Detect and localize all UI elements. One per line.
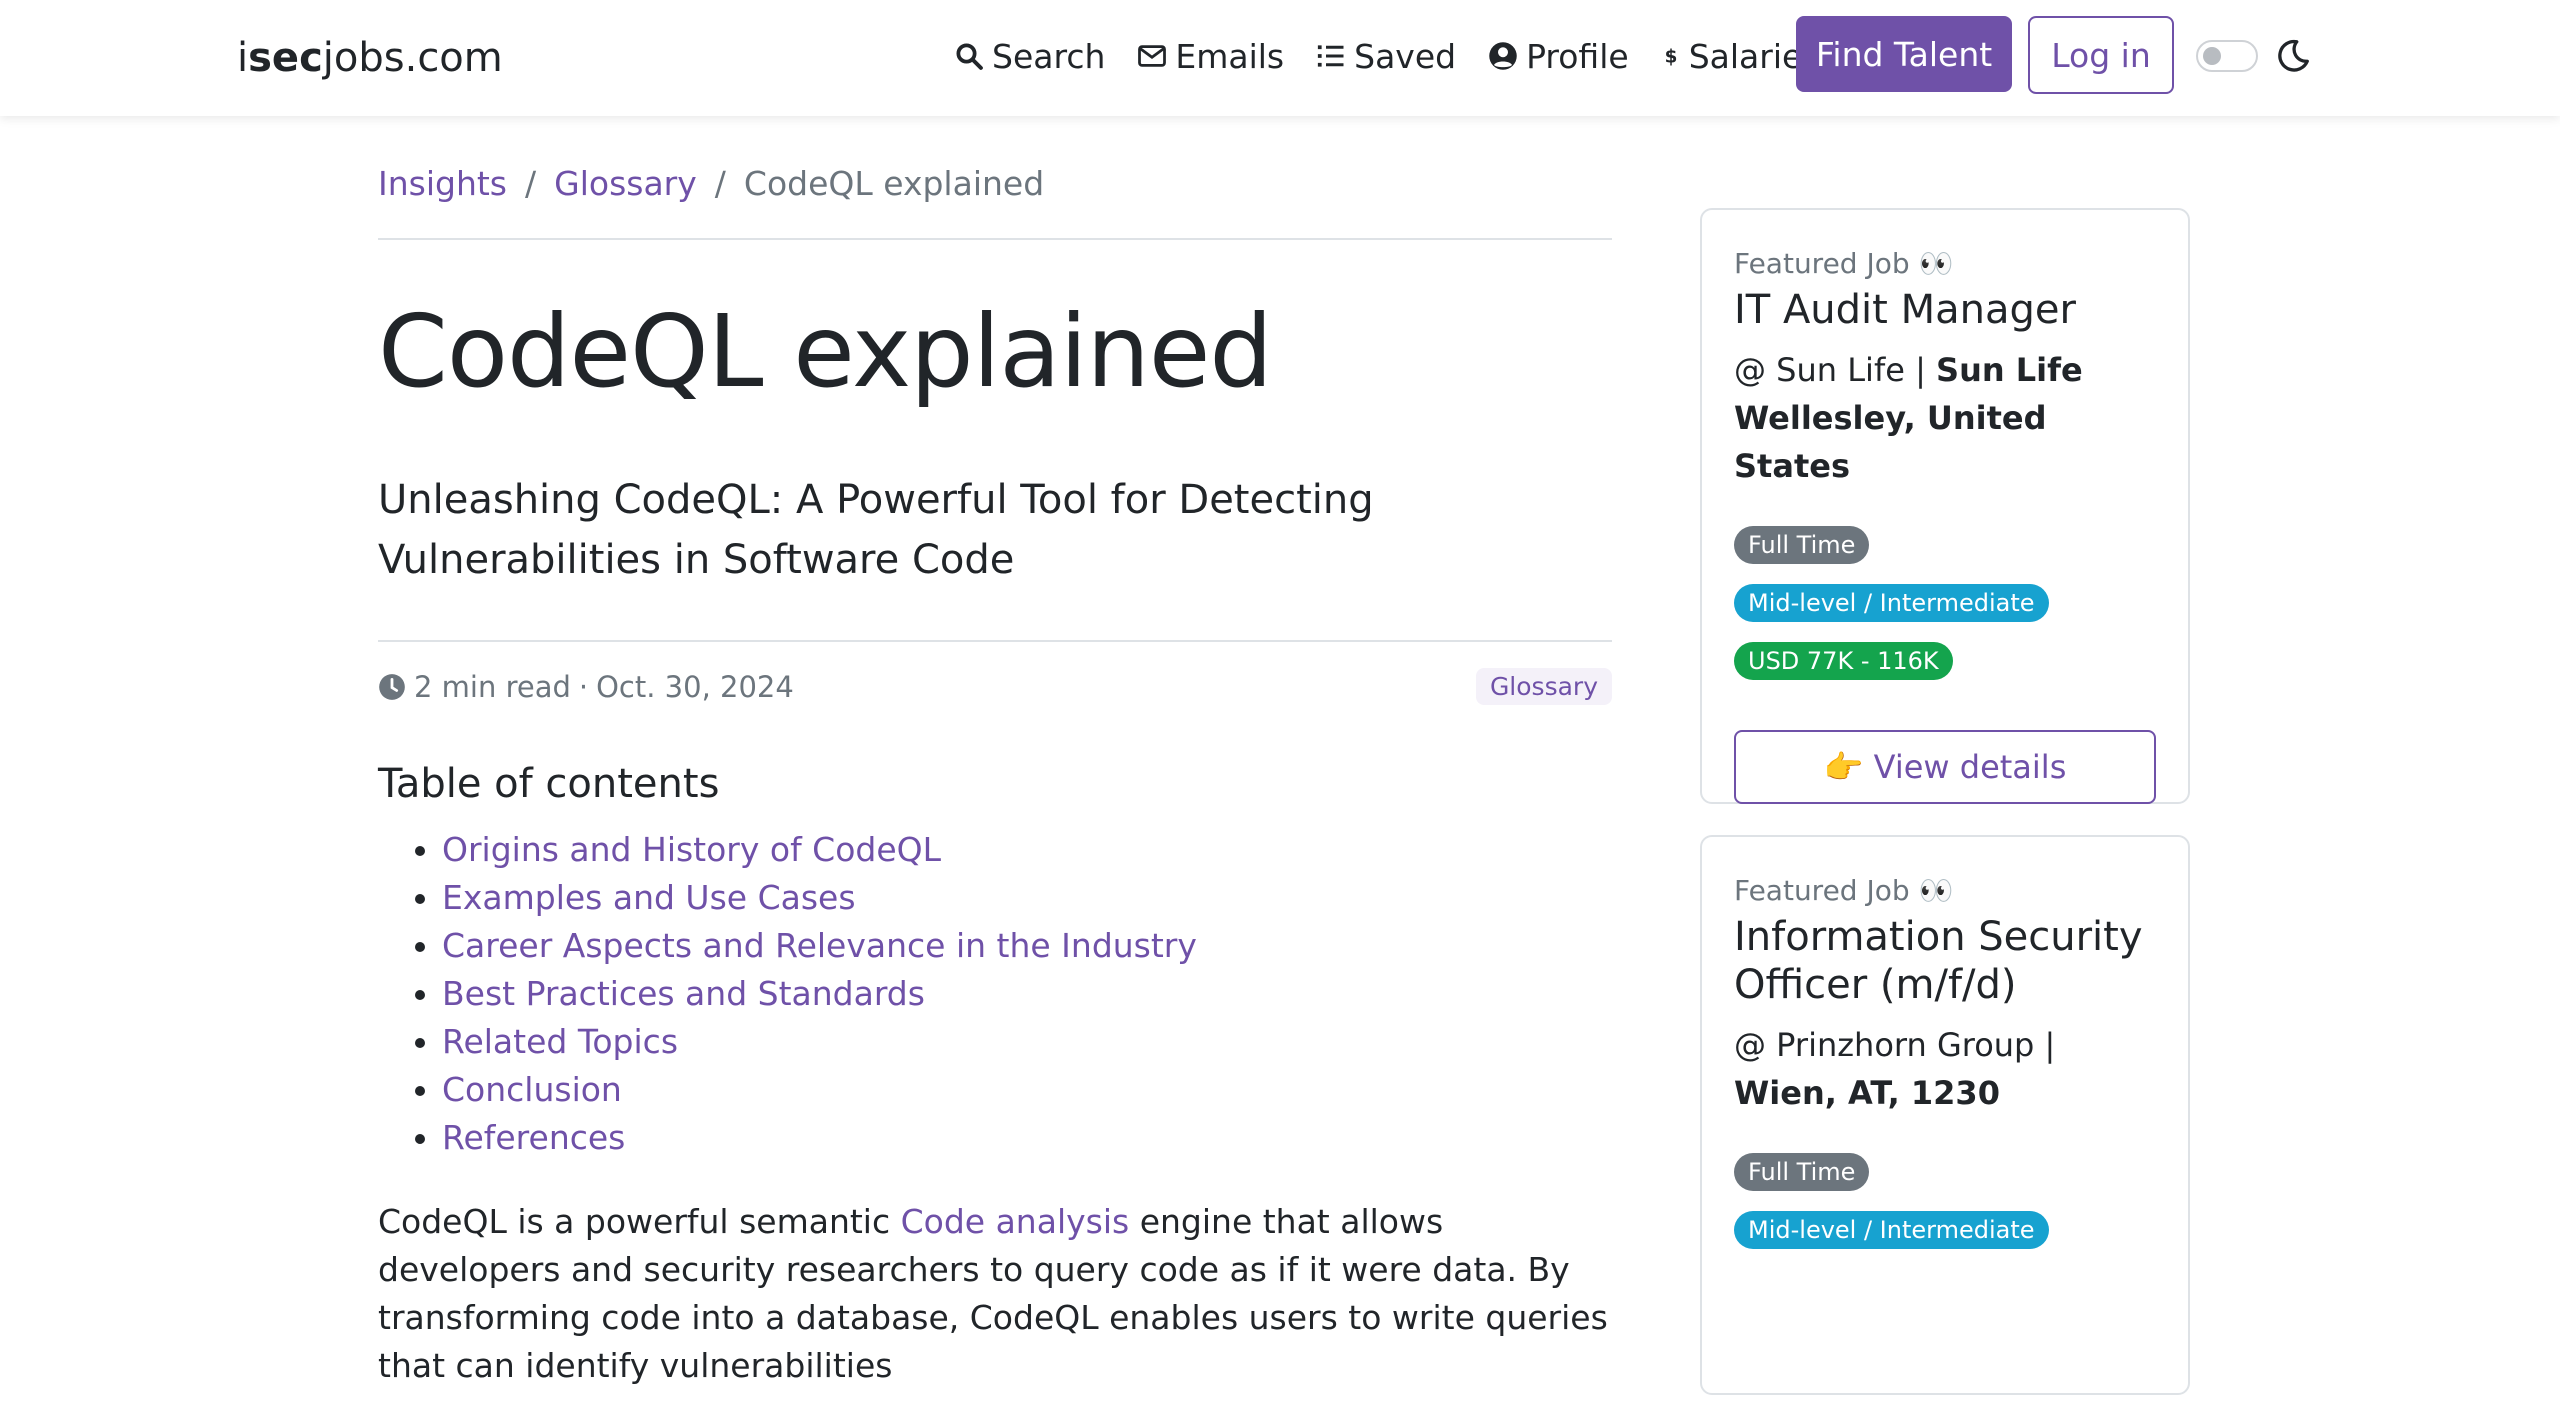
job-title[interactable]: IT Audit Manager <box>1734 286 2156 334</box>
brand-prefix: i <box>237 35 249 81</box>
read-time: 2 min read <box>414 670 571 704</box>
dollar-icon: $ <box>1664 47 1677 68</box>
featured-job-label: Featured Job 👀 <box>1734 874 1954 907</box>
brand-suffix: jobs.com <box>322 35 503 81</box>
view-details-button[interactable]: 👉 View details <box>1734 730 2156 804</box>
toc-heading: Table of contents <box>378 761 720 807</box>
list-item: Origins and History of CodeQL <box>442 826 1612 874</box>
divider <box>378 640 1612 642</box>
badge-salary: USD 77K - 116K <box>1734 642 1953 680</box>
article-meta: 2 min read · Oct. 30, 2024 Glossary <box>378 660 1612 714</box>
list-item: Conclusion <box>442 1066 1612 1114</box>
toc-link-related[interactable]: Related Topics <box>442 1022 678 1061</box>
login-button[interactable]: Log in <box>2028 16 2174 94</box>
company-name: @ Prinzhorn Group | <box>1734 1026 2056 1064</box>
badge-experience-level: Mid-level / Intermediate <box>1734 1211 2049 1249</box>
breadcrumb: Insights / Glossary / CodeQL explained <box>378 150 1612 218</box>
badge-employment-type: Full Time <box>1734 1153 1870 1191</box>
job-company: @ Sun Life | Sun Life Wellesley, United … <box>1734 346 2156 490</box>
list-item: References <box>442 1114 1612 1162</box>
toc-link-references[interactable]: References <box>442 1118 625 1157</box>
toc-link-examples[interactable]: Examples and Use Cases <box>442 878 856 917</box>
list-item: Related Topics <box>442 1018 1612 1066</box>
toc-link-origins[interactable]: Origins and History of CodeQL <box>442 830 941 869</box>
toc-link-career[interactable]: Career Aspects and Relevance in the Indu… <box>442 926 1197 965</box>
breadcrumb-glossary[interactable]: Glossary <box>554 164 697 203</box>
nav-profile-label: Profile <box>1526 36 1629 76</box>
list-item: Career Aspects and Relevance in the Indu… <box>442 922 1612 970</box>
company-name: @ Sun Life | <box>1734 351 1937 389</box>
job-company: @ Prinzhorn Group | Wien, AT, 1230 <box>1734 1021 2156 1117</box>
breadcrumb-separator: / <box>714 164 726 203</box>
breadcrumb-current: CodeQL explained <box>743 164 1045 203</box>
nav-search[interactable]: Search <box>954 37 1105 76</box>
nav-emails[interactable]: Emails <box>1137 37 1284 76</box>
top-navbar: isecjobs.com Search Emails Saved Profile… <box>0 0 2560 116</box>
list-item: Best Practices and Standards <box>442 970 1612 1018</box>
nav-emails-label: Emails <box>1175 36 1285 76</box>
article: Insights / Glossary / CodeQL explained CodeQ… <box>378 150 1612 1423</box>
user-circle-icon <box>1489 42 1517 70</box>
nav-search-label: Search <box>992 36 1106 76</box>
list-item: Examples and Use Cases <box>442 874 1612 922</box>
search-icon <box>956 43 983 70</box>
divider <box>378 238 1612 240</box>
toc-link-best-practices[interactable]: Best Practices and Standards <box>442 974 925 1013</box>
job-location: Wien, AT, 1230 <box>1734 1074 2000 1112</box>
badge-employment-type: Full Time <box>1734 526 1870 564</box>
featured-job-card: Featured Job 👀 IT Audit Manager @ Sun Li… <box>1700 208 2190 804</box>
intro-paragraph: CodeQL is a powerful semantic Code analy… <box>378 1198 1612 1390</box>
toggle-knob <box>2203 47 2221 65</box>
featured-job-card: Featured Job 👀 Information Security Offi… <box>1700 835 2190 1395</box>
toc-link-conclusion[interactable]: Conclusion <box>442 1070 622 1109</box>
find-talent-button[interactable]: Find Talent <box>1796 16 2012 92</box>
job-badges: Full Time Mid-level / Intermediate USD 7… <box>1734 526 2156 700</box>
brand-bold: sec <box>248 35 323 81</box>
nav-links: Search Emails Saved Profile $ Salaries <box>954 28 1819 84</box>
publish-date: Oct. 30, 2024 <box>596 670 794 704</box>
list-icon <box>1318 45 1344 67</box>
svg-text:$: $ <box>1664 47 1677 68</box>
category-tag[interactable]: Glossary <box>1475 668 1612 705</box>
nav-saved-label: Saved <box>1354 36 1457 76</box>
moon-icon[interactable] <box>2275 38 2311 74</box>
breadcrumb-insights[interactable]: Insights <box>378 164 507 203</box>
clock-icon <box>379 674 405 700</box>
nav-profile[interactable]: Profile <box>1488 37 1629 76</box>
table-of-contents: Origins and History of CodeQL Examples a… <box>378 826 1612 1162</box>
job-badges: Full Time Mid-level / Intermediate <box>1734 1153 2156 1269</box>
page-subtitle: Unleashing CodeQL: A Powerful Tool for D… <box>378 477 1374 583</box>
page-title: CodeQL explained <box>378 293 1273 410</box>
job-title[interactable]: Information Security Officer (m/f/d) <box>1734 913 2156 1009</box>
nav-saved[interactable]: Saved <box>1316 37 1456 76</box>
envelope-icon <box>1138 45 1167 67</box>
code-analysis-link[interactable]: Code analysis <box>901 1202 1130 1241</box>
badge-experience-level: Mid-level / Intermediate <box>1734 584 2049 622</box>
meta-separator: · <box>578 670 589 704</box>
theme-toggle-switch[interactable] <box>2196 40 2258 72</box>
intro-text: CodeQL is a powerful semantic <box>378 1202 901 1241</box>
brand-logo[interactable]: isecjobs.com <box>237 30 503 86</box>
featured-job-label: Featured Job 👀 <box>1734 247 1954 280</box>
breadcrumb-separator: / <box>525 164 537 203</box>
